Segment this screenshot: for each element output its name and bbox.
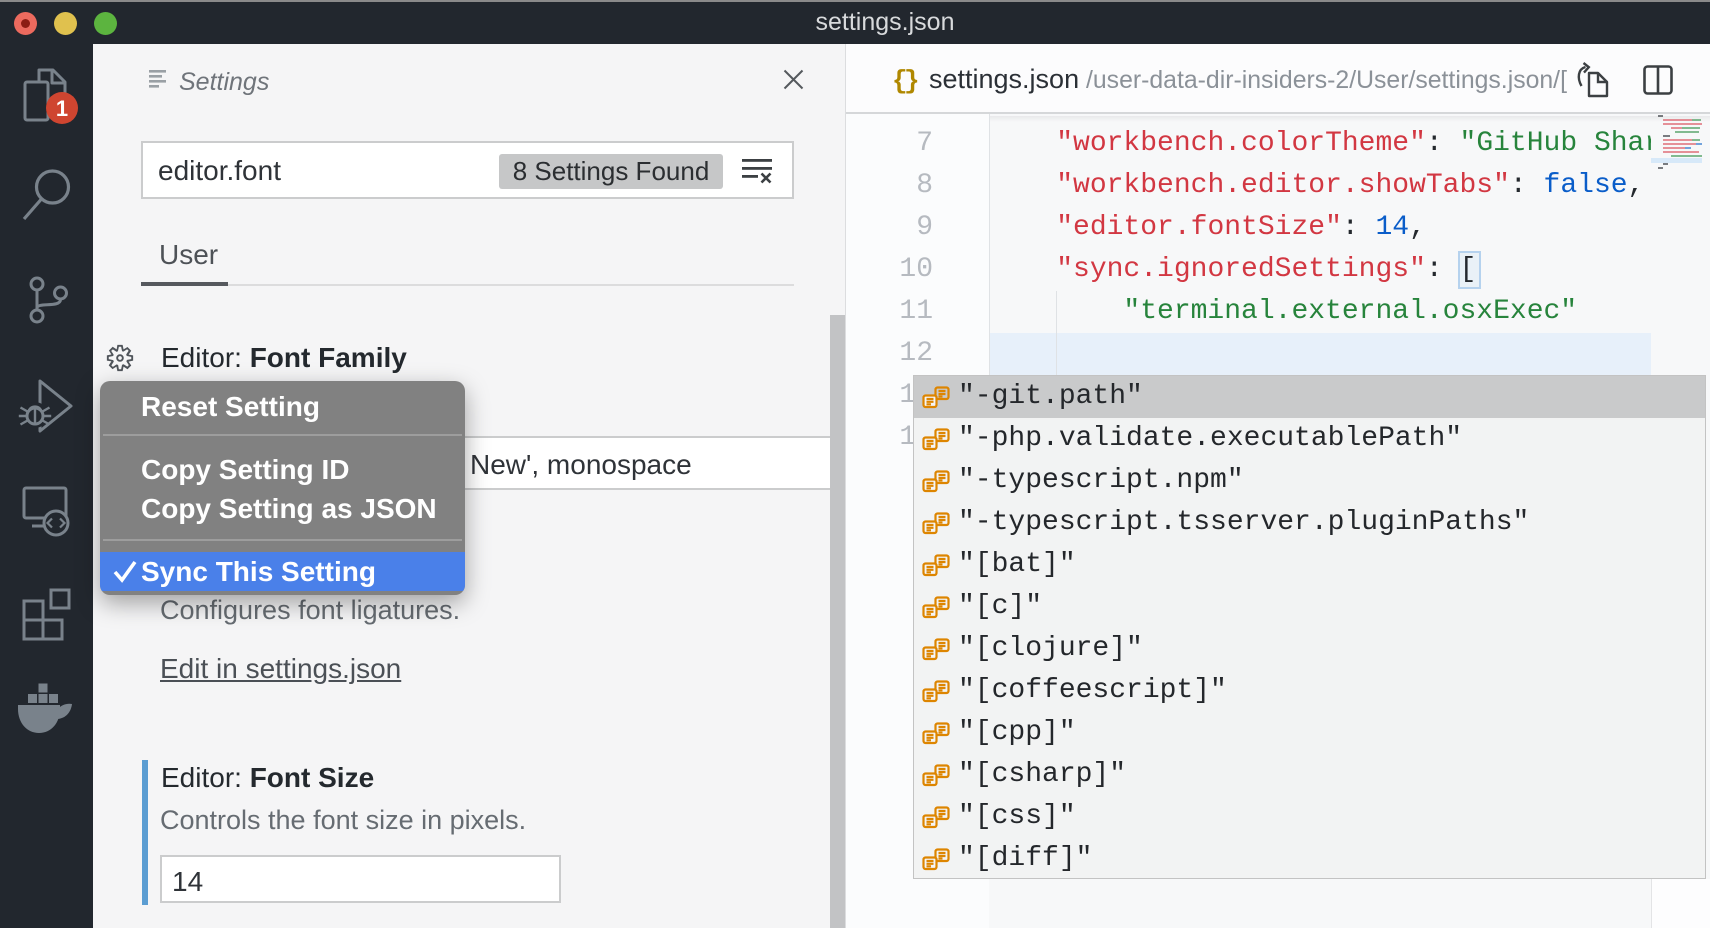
- svg-text:1: 1: [56, 96, 68, 121]
